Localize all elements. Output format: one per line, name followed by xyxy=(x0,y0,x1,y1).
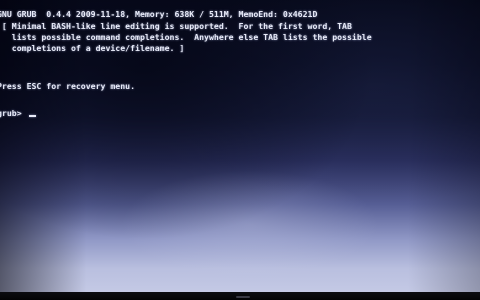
recovery-menu-hint: Press ESC for recovery menu. xyxy=(0,81,136,91)
help-text-line-1: [ Minimal BASH-like line editing is supp… xyxy=(0,21,352,31)
grub-prompt: grub> xyxy=(0,108,22,118)
monitor-screen: GNU GRUB 0.4.4 2009-11-18, Memory: 638K … xyxy=(0,0,480,292)
command-line[interactable]: grub> xyxy=(0,108,36,119)
photo-frame: GNU GRUB 0.4.4 2009-11-18, Memory: 638K … xyxy=(0,0,480,300)
grub-version-header: GNU GRUB 0.4.4 2009-11-18, Memory: 638K … xyxy=(0,9,318,19)
bezel-logo xyxy=(236,296,250,298)
help-text-line-2: lists possible command completions. Anyw… xyxy=(0,32,372,42)
grub-terminal[interactable]: GNU GRUB 0.4.4 2009-11-18, Memory: 638K … xyxy=(0,0,480,292)
help-text-line-3: completions of a device/filename. ] xyxy=(0,43,185,53)
text-cursor xyxy=(28,115,36,117)
